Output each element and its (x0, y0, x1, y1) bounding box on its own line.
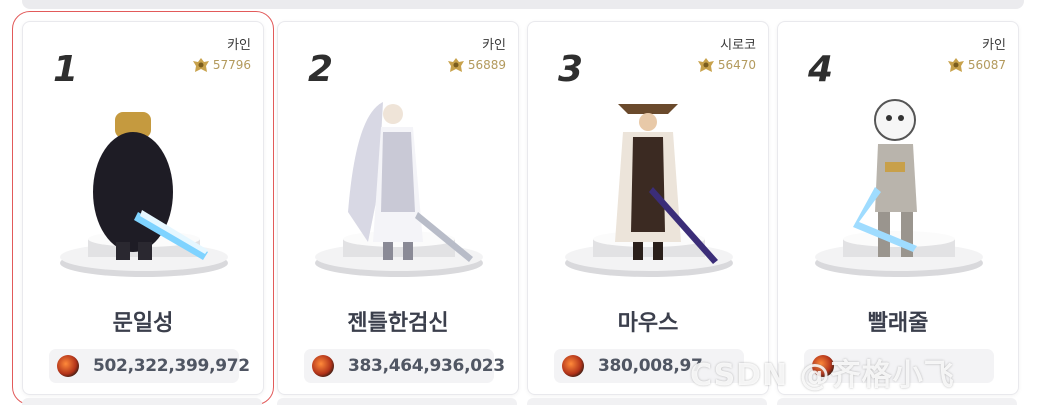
combat-power: 383,464,936,023 (304, 349, 505, 383)
power-orb-icon (312, 355, 334, 377)
fame-score: 57796 (192, 58, 251, 72)
server-name: 시로코 (720, 38, 756, 53)
combat-power-value: 380,008,97 (598, 356, 703, 376)
character-name: 마우스 (617, 311, 679, 336)
ranking-card-1[interactable]: 1 카인 57796 문일성 502,322,399,972 (12, 11, 274, 405)
power-orb-icon (57, 355, 79, 377)
next-row-card-edge (277, 398, 517, 405)
fame-score: 56889 (447, 58, 506, 72)
rank-number: 2 (308, 49, 333, 90)
fame-value: 57796 (212, 58, 251, 72)
rank-number: 3 (558, 49, 583, 90)
server-name: 카인 (227, 38, 251, 53)
rank-number: 4 (808, 49, 833, 90)
server-name: 카인 (482, 38, 506, 53)
power-orb-icon (562, 355, 584, 377)
next-row-card-edge (777, 398, 1017, 405)
ranking-card-3[interactable]: 3 시로코 56470 마우스 380,008,97 (527, 21, 769, 395)
next-row-card-edge (22, 398, 262, 405)
character-name: 빨래줄 (867, 311, 929, 336)
rank-number: 1 (53, 49, 78, 90)
next-row-card-edge (527, 398, 767, 405)
ranking-card-2[interactable]: 2 카인 56889 젠틀한검신 383,464,936,023 (277, 21, 519, 395)
character-sprite-icon (93, 112, 208, 260)
combat-power: 502,322,399,972 (49, 349, 250, 383)
character-sprite-icon (348, 102, 473, 262)
top-panel-edge (22, 0, 1024, 9)
character-name: 문일성 (112, 311, 174, 336)
server-name: 카인 (982, 38, 1006, 53)
fame-crest-icon (447, 58, 464, 72)
fame-crest-icon (192, 58, 209, 72)
character-sprite-icon (853, 99, 917, 257)
fame-value: 56889 (467, 58, 506, 72)
fame-crest-icon (947, 58, 964, 72)
combat-power-value: 383,464,936,023 (348, 356, 505, 376)
fame-score: 56087 (947, 58, 1006, 72)
fame-value: 56470 (717, 58, 756, 72)
fame-value: 56087 (967, 58, 1006, 72)
combat-power-value: 502,322,399,972 (93, 356, 250, 376)
character-sprite-icon (615, 104, 718, 264)
ranking-card-4[interactable]: 4 카인 56087 빨래줄 (777, 21, 1019, 395)
character-name: 젠틀한검신 (347, 311, 449, 336)
fame-crest-icon (697, 58, 714, 72)
watermark-text: CSDN @齐格小飞 (690, 358, 955, 393)
fame-score: 56470 (697, 58, 756, 72)
